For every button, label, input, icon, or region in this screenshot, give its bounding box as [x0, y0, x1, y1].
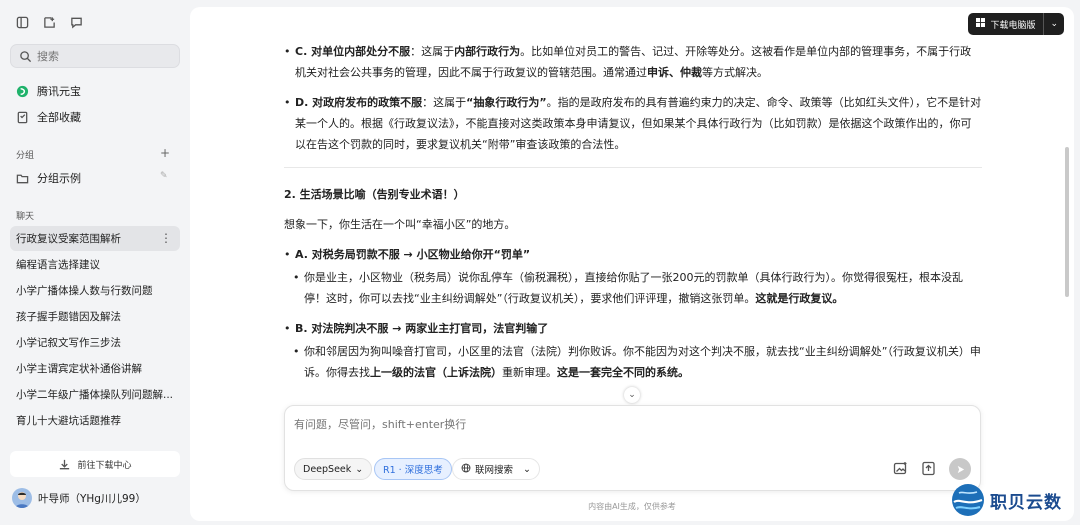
bookmark-icon	[16, 111, 29, 124]
chevron-down-icon: ⌄	[355, 463, 364, 475]
item-bold: 内部行政行为	[454, 45, 521, 58]
item-text: 你是业主，小区物业（税务局）说你乱停车（偷税漏税），直接给你贴了一张200元的罚…	[304, 271, 963, 305]
watermark: 职贝云数	[950, 480, 1078, 520]
chat-item[interactable]: 编程语言选择建议	[10, 252, 180, 277]
sidebar-toggle-icon[interactable]	[16, 16, 29, 29]
folder-icon	[16, 172, 29, 185]
deep-think-toggle[interactable]: R1 · 深度思考	[374, 458, 452, 480]
item-bold: 上一级的法官（上诉法院）	[370, 366, 502, 379]
main-panel: 下载电脑版 ⌄ C. 对单位内部处分不服：这属于内部行政行为。比如单位对员工的警…	[190, 7, 1074, 521]
file-upload-icon[interactable]	[921, 461, 936, 476]
download-icon	[58, 458, 71, 471]
user-name: 叶导师（YHg川儿99）	[38, 492, 146, 505]
download-desktop-button[interactable]: 下载电脑版 ⌄	[968, 13, 1064, 35]
chat-item[interactable]: 小学主谓宾定状补通俗讲解	[10, 356, 180, 381]
download-center-label: 前往下载中心	[77, 460, 132, 471]
chat-item[interactable]: 小学广播体操人数与行数问题	[10, 278, 180, 303]
chats-section-label: 聊天	[16, 212, 35, 222]
chat-item[interactable]: 小学记叙文写作三步法	[10, 330, 180, 355]
sidebar-item-group-example[interactable]: 分组示例	[16, 170, 81, 186]
watermark-logo-icon	[952, 484, 984, 516]
item-text: ：这属于	[422, 96, 467, 109]
chevron-down-icon: ⌄	[523, 463, 531, 475]
item-text: 等方式解决。	[702, 66, 768, 79]
message-input[interactable]	[294, 416, 954, 436]
send-button[interactable]	[949, 458, 971, 480]
sidebar-item-label: 分组示例	[37, 172, 81, 185]
yuanbao-logo-icon	[16, 85, 29, 98]
chat-item[interactable]: 小学二年级广播体操队列问题解...	[10, 382, 180, 407]
new-chat-icon[interactable]	[43, 16, 56, 29]
sidebar-top-icons	[16, 16, 83, 29]
chat-item-label: 育儿十大避坑话题推荐	[16, 415, 121, 427]
sidebar-item-label: 腾讯元宝	[37, 85, 81, 98]
chat-item-label: 编程语言选择建议	[16, 259, 100, 271]
chat-item-label: 孩子握手题错因及解法	[16, 311, 121, 323]
item-bold: 申诉、仲裁	[647, 66, 702, 79]
more-options-icon[interactable]: ⋮	[160, 231, 172, 245]
chat-item[interactable]: 育儿十大避坑话题推荐	[10, 408, 180, 433]
model-select[interactable]: DeepSeek ⌄	[294, 458, 373, 480]
item-title: A. 对税务局罚款不服 → 小区物业给你开“罚单”	[295, 248, 531, 261]
item-title: C. 对单位内部处分不服	[295, 45, 411, 58]
chat-item-label: 行政复议受案范围解析	[16, 233, 121, 245]
section-heading-text: 2. 生活场景比喻（告别专业术语！）	[284, 188, 465, 201]
chat-item[interactable]: 孩子握手题错因及解法	[10, 304, 180, 329]
globe-icon	[461, 463, 471, 476]
item-title: B. 对法院判决不服 → 两家业主打官司，法官判输了	[295, 322, 549, 335]
chat-item-label: 小学记叙文写作三步法	[16, 337, 121, 349]
message-content: C. 对单位内部处分不服：这属于内部行政行为。比如单位对员工的警告、记过、开除等…	[284, 41, 982, 392]
list-item: D. 对政府发布的政策不服：这属于“抽象行政行为”。指的是政府发布的具有普遍约束…	[284, 92, 982, 155]
image-upload-icon[interactable]	[893, 461, 908, 476]
sub-list-item: 你是业主，小区物业（税务局）说你乱停车（偷税漏税），直接给你贴了一张200元的罚…	[284, 267, 982, 309]
search-input[interactable]	[37, 49, 167, 63]
send-icon	[957, 465, 964, 473]
web-search-label: 联网搜索	[475, 465, 514, 476]
item-text: ：这属于	[410, 45, 455, 58]
item-bold: 这是一套完全不同的系统。	[557, 366, 689, 379]
chat-bubble-icon[interactable]	[70, 16, 83, 29]
sub-list-item: 你和邻居因为狗叫噪音打官司，小区里的法官（法院）判你败诉。你不能因为对这个判决不…	[284, 341, 982, 383]
item-bold: “抽象行政行为”	[466, 96, 547, 109]
groups-section-label: 分组	[16, 151, 35, 161]
sidebar: 腾讯元宝 全部收藏 分组 + 分组示例 ✎ 聊天 行政复议受案范围解析 ⋮ 编程…	[0, 0, 190, 525]
web-search-toggle[interactable]: 联网搜索 ⌄	[452, 458, 540, 480]
download-center-button[interactable]: 前往下载中心	[10, 451, 180, 477]
composer: DeepSeek ⌄ R1 · 深度思考 联网搜索 ⌄	[284, 405, 981, 491]
user-profile[interactable]: 叶导师（YHg川儿99）	[12, 488, 146, 508]
scroll-down-icon[interactable]: ⌄	[624, 387, 640, 403]
download-desktop-label: 下载电脑版	[990, 20, 1036, 31]
item-text: 重新审理。	[502, 366, 557, 379]
avatar	[12, 488, 32, 508]
pin-icon[interactable]: ✎	[160, 171, 168, 181]
sidebar-item-yuanbao[interactable]: 腾讯元宝	[16, 83, 81, 99]
divider	[284, 167, 982, 168]
sidebar-item-label: 全部收藏	[37, 111, 81, 124]
chat-item[interactable]: 行政复议受案范围解析 ⋮	[10, 226, 180, 251]
list-item: A. 对税务局罚款不服 → 小区物业给你开“罚单”	[284, 244, 982, 265]
ai-disclaimer: 内容由AI生成，仅供参考	[588, 502, 676, 511]
chevron-down-icon[interactable]: ⌄	[1043, 13, 1064, 35]
item-bold: 这就是行政复议。	[755, 292, 844, 305]
list-item: B. 对法院判决不服 → 两家业主打官司，法官判输了	[284, 318, 982, 339]
chat-item-label: 小学广播体操人数与行数问题	[16, 285, 153, 297]
paragraph: 想象一下，你生活在一个叫“幸福小区”的地方。	[284, 218, 516, 231]
chat-item-label: 小学二年级广播体操队列问题解...	[16, 389, 174, 401]
search-box[interactable]	[10, 44, 180, 68]
add-group-icon[interactable]: +	[160, 146, 170, 160]
deep-think-label: R1 · 深度思考	[383, 465, 443, 476]
model-label: DeepSeek	[303, 463, 352, 475]
list-item: C. 对单位内部处分不服：这属于内部行政行为。比如单位对员工的警告、记过、开除等…	[284, 41, 982, 83]
windows-icon	[976, 18, 986, 30]
section-heading: 2. 生活场景比喻（告别专业术语！）	[284, 184, 982, 205]
scrollbar[interactable]	[1065, 147, 1069, 297]
chat-item-label: 小学主谓宾定状补通俗讲解	[16, 363, 142, 375]
item-title: D. 对政府发布的政策不服	[295, 96, 423, 109]
search-icon	[19, 50, 32, 63]
watermark-text: 职贝云数	[990, 492, 1062, 513]
sidebar-item-favorites[interactable]: 全部收藏	[16, 109, 81, 125]
